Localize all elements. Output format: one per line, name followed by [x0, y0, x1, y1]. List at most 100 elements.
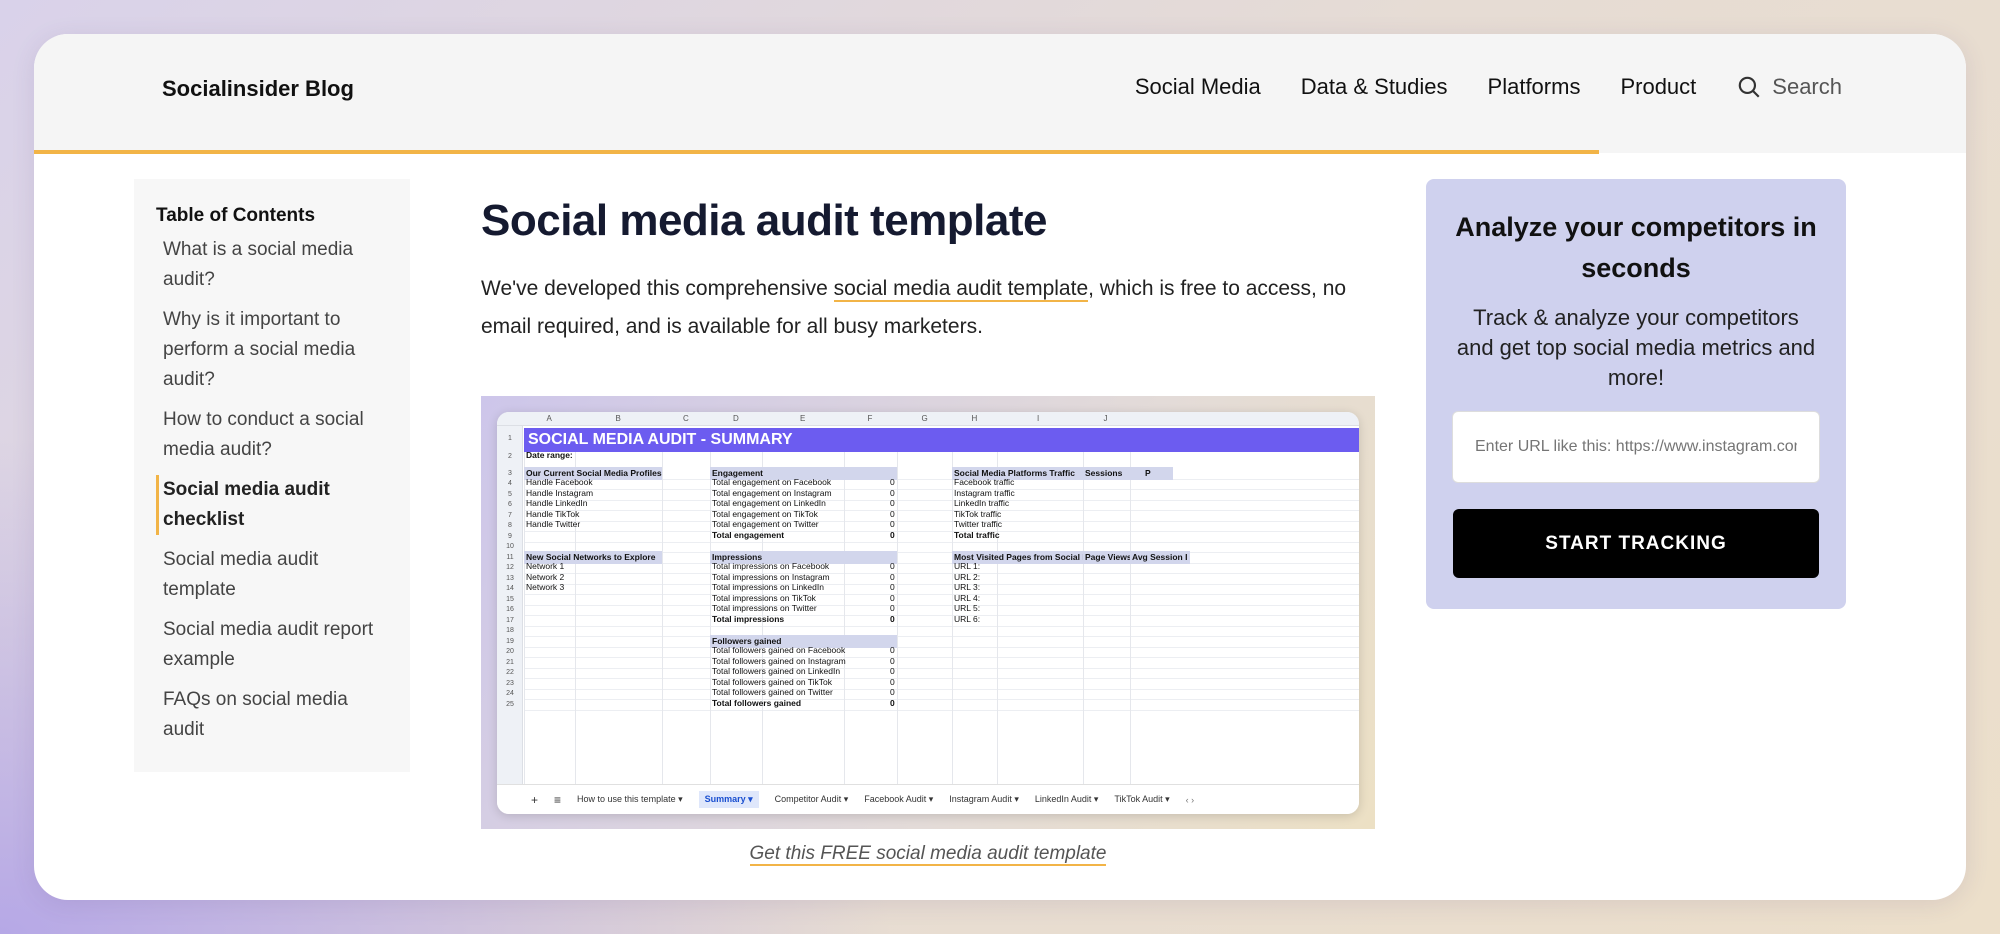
sheet-column-line: [844, 452, 845, 784]
sheet-cell: Total followers gained on Twitter: [712, 687, 833, 697]
start-tracking-button[interactable]: START TRACKING: [1453, 509, 1819, 578]
sheet-tab[interactable]: How to use this template ▾: [577, 794, 683, 805]
row-number: 25: [506, 700, 514, 708]
sheet-cell: Total impressions on LinkedIn: [712, 582, 824, 592]
sheet-cell: Facebook traffic: [954, 477, 1015, 487]
column-letter: B: [615, 414, 621, 423]
sheet-cell: URL 6:: [954, 613, 981, 624]
sheet-tab[interactable]: Competitor Audit ▾: [775, 794, 849, 805]
toc-item-active[interactable]: Social media audit checklist: [156, 475, 388, 535]
sheet-gridline: [524, 499, 1359, 501]
tab-scroll-arrows-icon[interactable]: ‹ ›: [1186, 795, 1195, 805]
sheet-cell: Total engagement on TikTok: [712, 508, 818, 519]
nav-social-media[interactable]: Social Media: [1135, 74, 1261, 100]
sheet-cell: URL 2:: [954, 571, 981, 582]
sheet-cell: Total followers gained on Facebook: [712, 645, 846, 655]
sheet-cell: 0: [890, 519, 895, 529]
image-caption[interactable]: Get this FREE social media audit templat…: [481, 843, 1375, 866]
sheet-column-line: [952, 452, 953, 784]
sheet-cell: Handle LinkedIn: [526, 498, 588, 508]
sheet-cell: 0: [890, 571, 895, 582]
row-number: 10: [506, 543, 514, 550]
sheet-title: SOCIAL MEDIA AUDIT - SUMMARY: [524, 428, 1359, 452]
nav-product[interactable]: Product: [1620, 74, 1696, 100]
sheet-gridline: [524, 625, 1359, 627]
toc-item[interactable]: Social media audit template: [156, 545, 388, 605]
table-of-contents: Table of Contents What is a social media…: [134, 179, 410, 772]
sheet-cell: Total impressions: [712, 613, 785, 624]
sheet-cell: Total engagement on LinkedIn: [712, 498, 826, 508]
search-icon: [1738, 76, 1760, 98]
template-screenshot[interactable]: ABCDEFGHIJ 1 2 3 4 5 6 7 8 9 10 11 12 13 14 15 16 17 18 19…: [481, 396, 1375, 829]
toc-item[interactable]: What is a social media audit?: [156, 235, 388, 295]
sheet-cell: Handle Instagram: [526, 487, 594, 498]
sheet-cell: Total engagement on Twitter: [712, 519, 819, 529]
sheet-cell: 0: [890, 666, 895, 676]
sheet-cell: URL 4:: [954, 592, 981, 603]
sheet-tab[interactable]: LinkedIn Audit ▾: [1035, 794, 1099, 805]
sheet-tab[interactable]: Summary ▾: [698, 791, 759, 808]
sheet-gridline: [524, 657, 1359, 658]
row-number: 3: [508, 469, 512, 477]
template-link[interactable]: social media audit template: [833, 277, 1089, 302]
sheet-column-line: [1130, 452, 1131, 784]
sheet-tab[interactable]: Instagram Audit ▾: [949, 794, 1019, 805]
sheet-cell: Total engagement: [712, 529, 785, 540]
toc-item[interactable]: How to conduct a social media audit?: [156, 405, 388, 465]
row-number: 15: [506, 595, 514, 603]
sheet-gridline: [524, 615, 1359, 616]
sheet-cell: Total engagement on Instagram: [712, 487, 832, 498]
sheet-cell: 0: [890, 477, 895, 487]
caption-link[interactable]: Get this FREE social media audit templat…: [749, 843, 1107, 866]
row-number: 20: [506, 648, 514, 655]
sheet-tab[interactable]: Facebook Audit ▾: [864, 794, 933, 805]
sheet-cell: 0: [890, 592, 895, 603]
sheet-cell: Network 2: [526, 571, 565, 582]
sheet-cell: Total engagement on Facebook: [712, 477, 832, 487]
sheet-gridline: [524, 510, 1359, 511]
sheet-tab[interactable]: TikTok Audit ▾: [1114, 794, 1169, 805]
sheet-cell: Total followers gained on TikTok: [712, 676, 833, 687]
row-number: 6: [508, 501, 512, 508]
column-letter: D: [733, 414, 739, 423]
sheet-cell: Network 3: [526, 582, 565, 592]
sheet-cell: Total impressions on Twitter: [712, 603, 817, 613]
site-header: Socialinsider Blog Social Media Data & S…: [34, 34, 1966, 153]
sheet-section-header: P: [1143, 466, 1173, 480]
sheet-cell: Handle Twitter: [526, 519, 581, 529]
toc-item[interactable]: Social media audit report example: [156, 615, 388, 675]
sheet-cell: URL 3:: [954, 582, 981, 592]
article-body: Social media audit template We've develo…: [481, 196, 1381, 346]
row-number: 22: [506, 669, 514, 676]
sheet-cell: URL 1:: [954, 561, 981, 571]
sheet-cell: 0: [890, 561, 895, 571]
toc-item[interactable]: FAQs on social media audit: [156, 685, 388, 745]
sheet-cell: 0: [890, 529, 895, 540]
add-sheet-icon[interactable]: +: [531, 793, 538, 807]
row-number: 21: [506, 658, 514, 666]
sheet-cell: Network 1: [526, 561, 565, 571]
sheet-cell: Instagram traffic: [954, 487, 1015, 498]
sheet-section-header: Page Views: [1083, 550, 1132, 564]
column-letter: H: [971, 414, 978, 423]
article-intro: We've developed this comprehensive socia…: [481, 270, 1381, 346]
nav-data-studies[interactable]: Data & Studies: [1301, 74, 1448, 100]
column-header-bar: A B C D E F G H I J: [497, 412, 1359, 426]
brand-logo[interactable]: Socialinsider Blog: [162, 76, 354, 102]
toc-item[interactable]: Why is it important to perform a social …: [156, 305, 388, 395]
reading-progress-bar: [34, 150, 1599, 154]
sheet-cell: 0: [890, 498, 895, 508]
sheet-gridline: [524, 520, 1359, 522]
column-letter: E: [800, 414, 806, 423]
sheet-cell: 0: [890, 487, 895, 498]
sheet-list-icon[interactable]: ≡: [554, 793, 561, 807]
search-button[interactable]: Search: [1736, 74, 1842, 100]
sheet-column-line: [662, 452, 663, 784]
sheet-column-line: [710, 452, 711, 784]
sheet-cell: Handle TikTok: [526, 508, 580, 519]
row-number: 14: [506, 585, 514, 592]
sheet-section-header: Sessions: [1083, 466, 1143, 480]
column-letter: A: [546, 414, 552, 423]
url-input[interactable]: [1452, 411, 1820, 483]
nav-platforms[interactable]: Platforms: [1488, 74, 1581, 100]
